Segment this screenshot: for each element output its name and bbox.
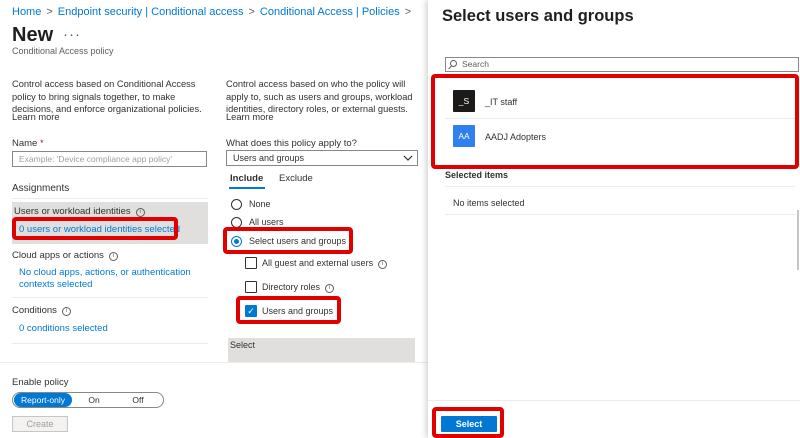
users-selection-link[interactable]: 0 users or workload identities selected	[19, 224, 180, 235]
page-subtitle: Conditional Access policy	[12, 46, 114, 56]
name-label: Name *	[12, 138, 44, 149]
radio-select-users-label: Select users and groups	[249, 236, 347, 246]
radio-select-users-and-groups[interactable]	[231, 236, 242, 247]
select-button[interactable]: Select	[441, 416, 497, 432]
page-title: New	[12, 24, 54, 46]
checkbox-directory-roles-label: Directory roles i	[262, 282, 335, 293]
conditions-label: Conditions i	[12, 305, 71, 316]
panel-title: Select users and groups	[442, 7, 634, 25]
tab-include[interactable]: Include	[230, 173, 263, 184]
avatar: _S	[453, 90, 475, 112]
enable-policy-toggle[interactable]: Report-only On Off	[12, 392, 164, 408]
divider	[12, 297, 208, 298]
enable-policy-label: Enable policy	[12, 377, 69, 388]
breadcrumb-home[interactable]: Home	[12, 6, 41, 18]
select-label: Select	[230, 340, 256, 350]
search-icon	[450, 60, 457, 67]
tab-include-underline	[229, 187, 265, 189]
divider	[445, 186, 795, 187]
result-name: _IT staff	[485, 97, 518, 107]
policy-name-input[interactable]: Example: 'Device compliance app policy'	[12, 151, 207, 167]
conditions-link[interactable]: 0 conditions selected	[19, 323, 108, 334]
breadcrumb-separator: >	[248, 6, 255, 18]
tab-exclude[interactable]: Exclude	[279, 173, 313, 184]
learn-more-link[interactable]: Learn more	[226, 111, 274, 124]
search-placeholder: Search	[462, 59, 489, 69]
create-button[interactable]: Create	[12, 416, 68, 432]
breadcrumb-policies[interactable]: Conditional Access | Policies	[260, 6, 400, 18]
breadcrumb-endpoint-security[interactable]: Endpoint security | Conditional access	[58, 6, 244, 18]
toggle-report-only[interactable]: Report-only	[14, 393, 72, 407]
more-options-icon[interactable]: ···	[63, 26, 81, 43]
radio-none[interactable]	[231, 199, 242, 210]
result-name: AADJ Adopters	[485, 132, 547, 142]
list-item[interactable]: _S _IT staff	[445, 84, 795, 119]
radio-all-users-label: All users	[249, 217, 284, 227]
divider	[12, 198, 208, 199]
checkbox-guest-external-users[interactable]	[245, 257, 257, 269]
breadcrumb: Home > Endpoint security | Conditional acc…	[12, 6, 416, 18]
search-input[interactable]: Search	[445, 57, 799, 72]
divider	[428, 400, 800, 401]
toggle-on[interactable]: On	[79, 393, 109, 407]
selected-items-heading: Selected items	[445, 170, 509, 180]
checkbox-users-and-groups[interactable]: ✓	[245, 305, 257, 317]
checkbox-directory-roles[interactable]	[245, 281, 257, 293]
users-label: Users or workload identities i	[14, 206, 145, 217]
info-icon: i	[135, 208, 145, 217]
breadcrumb-separator: >	[46, 6, 53, 18]
learn-more-link[interactable]: Learn more	[12, 111, 60, 124]
breadcrumb-separator: >	[404, 6, 412, 18]
divider	[445, 214, 795, 215]
cloud-apps-link[interactable]: No cloud apps, actions, or authenticatio…	[19, 267, 199, 291]
info-icon: i	[61, 307, 71, 316]
toggle-off[interactable]: Off	[123, 393, 153, 407]
policy-description: Control access based on Conditional Acce…	[12, 79, 202, 114]
chevron-down-icon	[403, 155, 413, 161]
results-list: _S _IT staff AA AADJ Adopters	[445, 84, 795, 154]
checkbox-guest-label: All guest and external users i	[262, 258, 388, 269]
info-icon: i	[378, 260, 388, 269]
cloud-apps-label: Cloud apps or actions i	[12, 250, 118, 261]
scope-description: Control access based on who the policy w…	[226, 79, 413, 114]
checkbox-users-groups-label: Users and groups	[262, 306, 334, 316]
required-marker: *	[39, 138, 44, 149]
no-items-text: No items selected	[453, 198, 525, 208]
info-icon: i	[108, 252, 118, 261]
radio-none-label: None	[249, 199, 271, 209]
assignments-heading: Assignments	[12, 183, 70, 194]
applies-to-label: What does this policy apply to?	[226, 138, 357, 149]
list-item[interactable]: AA AADJ Adopters	[445, 120, 795, 154]
divider	[12, 343, 208, 344]
radio-all-users[interactable]	[231, 217, 242, 228]
applies-to-value: Users and groups	[233, 153, 305, 163]
avatar: AA	[453, 125, 475, 147]
applies-to-dropdown[interactable]: Users and groups	[226, 150, 418, 166]
scrollbar[interactable]	[797, 210, 799, 270]
info-icon: i	[325, 284, 335, 293]
